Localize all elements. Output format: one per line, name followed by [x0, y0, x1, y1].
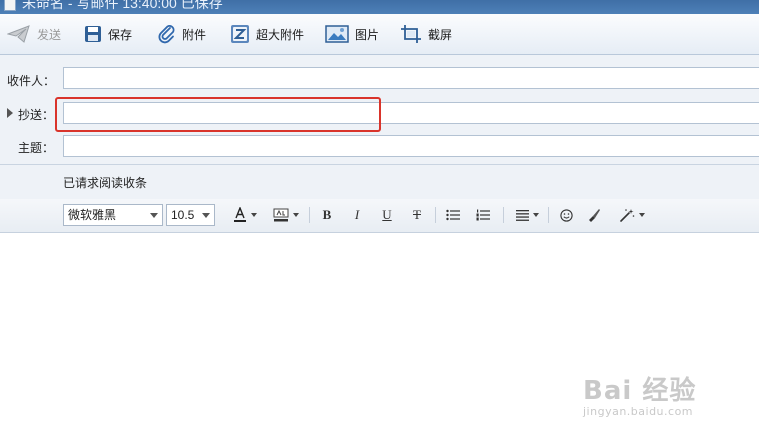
numbered-list-button[interactable] — [474, 205, 492, 225]
toolbar-separator — [503, 207, 504, 223]
font-size-select[interactable]: 10.5 — [166, 204, 215, 226]
font-size-value: 10.5 — [171, 208, 195, 222]
font-family-select[interactable]: 微软雅黑 — [63, 204, 163, 226]
large-attachment-button[interactable]: 超大附件 — [230, 14, 304, 54]
subject-field[interactable] — [63, 135, 759, 157]
screenshot-button[interactable]: 截屏 — [400, 14, 452, 54]
image-label: 图片 — [355, 27, 380, 42]
send-icon — [7, 25, 30, 43]
brush-icon — [589, 209, 600, 222]
compose-toolbar: 发送 保存 附件 超大附件 图片 截屏 — [0, 14, 759, 55]
toolbar-separator — [548, 207, 549, 223]
numbered-list-icon — [476, 209, 490, 221]
to-label: 收件人： — [7, 74, 56, 88]
paperclip-icon — [158, 25, 175, 44]
window-title: 未命名 - 写邮件 13:40:00 已保存 — [22, 0, 223, 11]
align-icon — [515, 209, 529, 221]
bold-button[interactable]: B — [318, 205, 336, 225]
font-color-icon — [234, 207, 246, 222]
highlight-color-button[interactable] — [269, 205, 303, 225]
save-label: 保存 — [108, 27, 133, 42]
attach-label: 附件 — [182, 27, 207, 42]
underline-button[interactable]: U — [378, 205, 396, 225]
watermark-url: jingyan.baidu.com — [583, 405, 694, 418]
align-button[interactable] — [512, 205, 542, 225]
italic-button[interactable]: I — [348, 205, 366, 225]
smiley-icon — [559, 208, 573, 222]
chevron-down-icon — [638, 213, 645, 217]
strikethrough-button[interactable]: T — [408, 205, 426, 225]
send-button[interactable]: 发送 — [7, 14, 61, 54]
expand-arrow-icon[interactable] — [7, 108, 13, 118]
magic-tool-button[interactable] — [617, 205, 647, 225]
image-icon — [325, 25, 349, 43]
baidu-watermark: Bai 经验 jingyan.baidu.com — [583, 370, 696, 418]
bullet-list-icon — [446, 209, 460, 221]
chevron-down-icon — [251, 213, 257, 217]
font-family-value: 微软雅黑 — [68, 208, 117, 222]
attach-button[interactable]: 附件 — [158, 14, 206, 54]
image-button[interactable]: 图片 — [325, 14, 379, 54]
cc-label: 抄送： — [18, 108, 55, 122]
save-button[interactable]: 保存 — [84, 14, 132, 54]
send-label: 发送 — [37, 27, 62, 42]
watermark-brand: Bai 经验 — [583, 376, 697, 406]
chevron-down-icon — [202, 213, 210, 218]
chevron-down-icon — [532, 213, 539, 217]
format-toolbar: 微软雅黑 10.5 B I U T — [0, 199, 759, 233]
to-field[interactable] — [63, 67, 759, 89]
chevron-down-icon — [150, 213, 158, 218]
read-receipt-text: 已请求阅读收条 — [63, 176, 148, 190]
background-color-icon — [273, 208, 289, 222]
save-icon — [85, 26, 101, 42]
bullet-list-button[interactable] — [444, 205, 462, 225]
subject-label: 主题： — [18, 141, 55, 155]
emoji-button[interactable] — [557, 205, 575, 225]
font-color-button[interactable] — [229, 205, 261, 225]
screenshot-label: 截屏 — [428, 27, 453, 42]
stationery-button[interactable] — [585, 205, 603, 225]
cc-field[interactable] — [63, 102, 759, 124]
toolbar-separator — [435, 207, 436, 223]
title-bar: 未命名 - 写邮件 13:40:00 已保存 — [0, 0, 759, 14]
toolbar-separator — [309, 207, 310, 223]
magic-wand-icon — [619, 209, 634, 222]
divider — [0, 164, 759, 165]
large-attachment-label: 超大附件 — [256, 27, 305, 42]
document-icon — [4, 0, 16, 11]
large-attachment-icon — [231, 25, 249, 43]
chevron-down-icon — [293, 213, 299, 217]
crop-icon — [401, 25, 421, 43]
